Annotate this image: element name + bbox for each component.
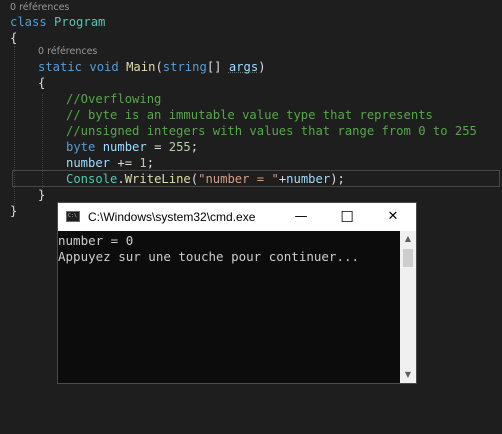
method-name: Main [126, 60, 156, 74]
class-name: Console [66, 172, 118, 186]
console-line: Appuyez sur une touche pour continuer... [58, 249, 360, 264]
console-output[interactable]: number = 0 Appuyez sur une touche pour c… [58, 233, 400, 383]
code-line-increment: number += 1; [66, 155, 154, 171]
punctuation: ; [190, 140, 199, 154]
variable: number [286, 172, 331, 186]
punctuation: ( [155, 60, 163, 74]
code-brace: } [10, 204, 18, 218]
punctuation: ; [146, 156, 155, 170]
operator: += [110, 156, 140, 170]
console-line: number = 0 [58, 233, 134, 248]
punctuation: ( [190, 172, 199, 186]
console-scrollbar[interactable]: ▲ ▼ [400, 231, 416, 383]
minimize-icon: — [294, 209, 308, 224]
scroll-up-icon[interactable]: ▲ [400, 231, 416, 247]
code-line-class: class Program [10, 14, 105, 30]
codelens-references[interactable]: 0 références [10, 2, 69, 14]
cmd-window[interactable]: C:\ C:\Windows\system32\cmd.exe — ☐ ✕ nu… [57, 202, 417, 384]
cmd-icon-text: C:\ [68, 213, 78, 219]
code-line-byte: byte number = 255; [66, 139, 198, 155]
parameter: args [228, 60, 259, 74]
code-brace: { [38, 76, 46, 90]
maximize-icon: ☐ [340, 208, 354, 226]
code-brace: { [10, 31, 18, 45]
method-name: WriteLine [124, 172, 191, 186]
close-button[interactable]: ✕ [370, 203, 416, 231]
punctuation: ) [258, 60, 266, 74]
code-brace: } [38, 188, 46, 202]
punctuation: ); [330, 172, 345, 186]
maximize-button[interactable]: ☐ [324, 203, 370, 231]
punctuation: . [117, 172, 125, 186]
keyword: class [10, 15, 47, 29]
number-literal: 1 [139, 156, 147, 170]
codelens-references[interactable]: 0 références [38, 46, 97, 58]
minimize-button[interactable]: — [278, 203, 324, 231]
variable: number [102, 140, 147, 154]
code-comment: // byte is an immutable value type that … [66, 108, 433, 122]
code-line-main: static void Main(string[] args) [38, 59, 266, 75]
keyword: byte [66, 140, 96, 154]
punctuation: [] [206, 60, 229, 74]
operator: = [146, 140, 169, 154]
number-literal: 255 [168, 140, 191, 154]
cmd-title-bar[interactable]: C:\ C:\Windows\system32\cmd.exe — ☐ ✕ [58, 203, 416, 231]
string-literal: "number = " [198, 172, 279, 186]
code-line-console: Console.WriteLine("number = "+number); [66, 171, 345, 187]
keyword: static [38, 60, 83, 74]
code-comment: //Overflowing [66, 92, 162, 106]
cmd-window-title: C:\Windows\system32\cmd.exe [88, 210, 256, 224]
keyword: void [89, 60, 119, 74]
variable: number [66, 156, 111, 170]
keyword: string [162, 60, 207, 74]
class-name: Program [54, 15, 106, 29]
cmd-app-icon[interactable]: C:\ [66, 211, 80, 222]
scrollbar-thumb[interactable] [403, 249, 413, 267]
scroll-down-icon[interactable]: ▼ [400, 367, 416, 383]
close-icon: ✕ [387, 209, 399, 224]
code-comment: //unsigned integers with values that ran… [66, 124, 477, 138]
